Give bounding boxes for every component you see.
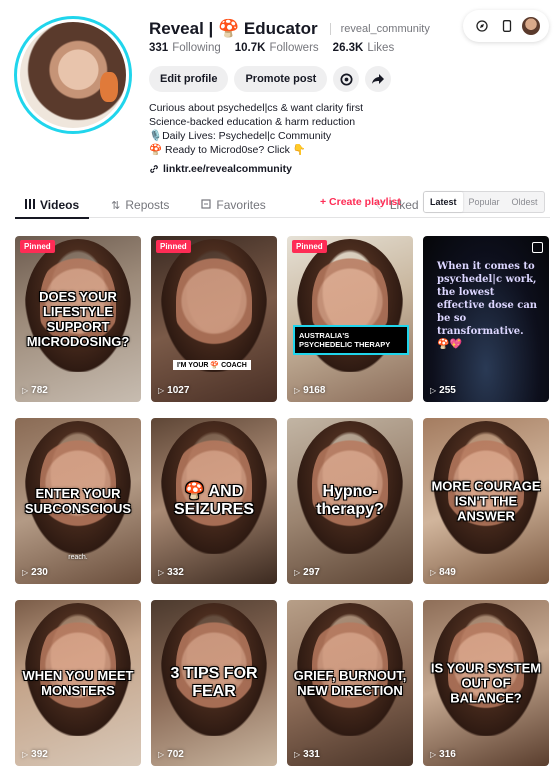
view-count: ▷ 297 xyxy=(294,567,320,578)
bio-line: Curious about psychedel|cs & want clarit… xyxy=(149,102,363,114)
play-icon: ▷ xyxy=(158,386,165,395)
play-icon: ▷ xyxy=(22,750,29,759)
play-icon: ▷ xyxy=(294,386,301,395)
display-name: Reveal | 🍄 Educator xyxy=(149,19,318,38)
gear-icon xyxy=(340,73,353,85)
user-avatar-icon[interactable] xyxy=(522,17,541,35)
tab-label: Favorites xyxy=(216,198,266,212)
tab-reposts[interactable]: ⇅ Reposts xyxy=(101,192,179,218)
edit-profile-button[interactable]: Edit profile xyxy=(149,66,229,92)
sort-oldest[interactable]: Oldest xyxy=(506,192,544,212)
video-grid: Pinned DOES YOUR LIFESTYLE SUPPORT MICRO… xyxy=(15,236,550,766)
video-card[interactable]: When it comes to psychedel|c work, the l… xyxy=(423,236,549,402)
followers-stat[interactable]: 10.7K Followers xyxy=(235,42,319,54)
video-banner: AUSTRALIA'S PSYCHEDELIC THERAPY xyxy=(293,325,409,355)
video-overlay-text: I'M YOUR 🍄 COACH xyxy=(173,360,251,370)
video-caption: IS YOUR SYSTEM OUT OF BALANCE? xyxy=(430,660,542,706)
play-icon: ▷ xyxy=(430,568,437,577)
video-card[interactable]: IS YOUR SYSTEM OUT OF BALANCE? ▷ 316 xyxy=(423,600,549,766)
username: reveal_community xyxy=(329,23,430,35)
view-count: ▷ 332 xyxy=(158,567,184,578)
view-count: ▷ 331 xyxy=(294,749,320,760)
play-icon: ▷ xyxy=(158,750,165,759)
bio-line: 🎙️Daily Lives: Psychedel|c Community xyxy=(149,130,332,142)
tab-videos[interactable]: Videos xyxy=(15,192,90,219)
view-count: ▷ 702 xyxy=(158,749,184,760)
play-icon: ▷ xyxy=(430,386,437,395)
grid-icon xyxy=(25,198,35,212)
pinned-badge: Pinned xyxy=(20,240,55,253)
tab-favorites[interactable]: Favorites xyxy=(191,192,275,218)
video-caption: 🍄 AND SEIZURES xyxy=(173,483,254,518)
view-count: ▷ 230 xyxy=(22,567,48,578)
view-count: ▷ 255 xyxy=(430,385,456,396)
video-card[interactable]: Pinned DOES YOUR LIFESTYLE SUPPORT MICRO… xyxy=(15,236,141,402)
play-icon: ▷ xyxy=(22,568,29,577)
bio-line: Science-backed education & harm reductio… xyxy=(149,116,356,128)
video-caption: ENTER YOUR SUBCONSCIOUS xyxy=(24,486,132,516)
profile-header: Reveal | 🍄 Educator reveal_community xyxy=(149,18,430,40)
video-card[interactable]: 🍄 AND SEIZURES ▷ 332 xyxy=(151,418,277,584)
likes-stat: 26.3K Likes xyxy=(332,42,395,54)
pinned-badge: Pinned xyxy=(156,240,191,253)
video-card[interactable]: ENTER YOUR SUBCONSCIOUS reach. ▷ 230 xyxy=(15,418,141,584)
video-caption: DOES YOUR LIFESTYLE SUPPORT MICRODOSING? xyxy=(26,289,130,349)
video-card[interactable]: 3 TIPS FOR FEAR ▷ 702 xyxy=(151,600,277,766)
video-caption: GRIEF, BURNOUT, NEW DIRECTION xyxy=(293,668,407,698)
video-card[interactable]: WHEN YOU MEET MONSTERS ▷ 392 xyxy=(15,600,141,766)
view-count: ▷ 316 xyxy=(430,749,456,760)
video-card[interactable]: GRIEF, BURNOUT, NEW DIRECTION ▷ 331 xyxy=(287,600,413,766)
play-icon: ▷ xyxy=(430,750,437,759)
video-caption: MORE COURAGE ISN'T THE ANSWER xyxy=(431,478,541,524)
video-card[interactable]: Pinned I'M YOUR 🍄 COACH ▷ 1027 xyxy=(151,236,277,402)
link-icon xyxy=(150,165,158,173)
profile-stats: 331 Following 10.7K Followers 26.3K Likes xyxy=(149,42,408,54)
profile-link-text: linktr.ee/revealcommunity xyxy=(163,163,292,175)
view-count: ▷ 1027 xyxy=(158,385,190,396)
phone-icon[interactable] xyxy=(497,16,517,36)
repost-icon: ⇅ xyxy=(111,199,121,212)
share-button[interactable] xyxy=(365,66,392,92)
sort-toggle: Latest Popular Oldest xyxy=(423,191,545,213)
following-stat[interactable]: 331 Following xyxy=(149,42,221,54)
promote-post-button[interactable]: Promote post xyxy=(234,66,328,92)
video-caption: WHEN YOU MEET MONSTERS xyxy=(22,668,134,698)
video-caption: When it comes to psychedel|c work, the l… xyxy=(437,261,538,350)
view-count: ▷ 849 xyxy=(430,567,456,578)
video-card[interactable]: Hypno-therapy? ▷ 297 xyxy=(287,418,413,584)
view-count: ▷ 9168 xyxy=(294,385,326,396)
pinned-badge: Pinned xyxy=(292,240,327,253)
bio-line: 🍄 Ready to Microd0se? Click 👇 xyxy=(149,144,306,156)
sort-popular[interactable]: Popular xyxy=(463,192,506,212)
share-arrow-icon xyxy=(372,74,385,84)
profile-bio: Curious about psychedel|cs & want clarit… xyxy=(149,101,363,157)
video-subtitle: reach. xyxy=(68,554,88,561)
compass-icon[interactable] xyxy=(472,16,492,36)
video-caption: 3 TIPS FOR FEAR xyxy=(170,665,258,700)
video-caption: Hypno-therapy? xyxy=(316,483,384,518)
profile-buttons: Edit profile Promote post xyxy=(149,66,392,92)
photo-mode-icon xyxy=(532,242,543,253)
play-icon: ▷ xyxy=(294,750,301,759)
bookmark-icon xyxy=(201,198,211,212)
tab-label: Videos xyxy=(40,198,80,212)
view-count: ▷ 392 xyxy=(22,749,48,760)
view-count: ▷ 782 xyxy=(22,385,48,396)
video-card[interactable]: Pinned AUSTRALIA'S PSYCHEDELIC THERAPY ▷… xyxy=(287,236,413,402)
play-icon: ▷ xyxy=(22,386,29,395)
play-icon: ▷ xyxy=(158,568,165,577)
play-icon: ▷ xyxy=(294,568,301,577)
create-playlist-button[interactable]: + Create playlist xyxy=(320,196,401,208)
profile-link[interactable]: linktr.ee/revealcommunity xyxy=(149,163,292,175)
video-card[interactable]: MORE COURAGE ISN'T THE ANSWER ▷ 849 xyxy=(423,418,549,584)
tab-label: Reposts xyxy=(125,198,170,212)
settings-button[interactable] xyxy=(333,66,360,92)
profile-avatar[interactable] xyxy=(14,16,132,134)
sort-latest[interactable]: Latest xyxy=(424,192,463,212)
top-actions-bar xyxy=(463,10,549,42)
